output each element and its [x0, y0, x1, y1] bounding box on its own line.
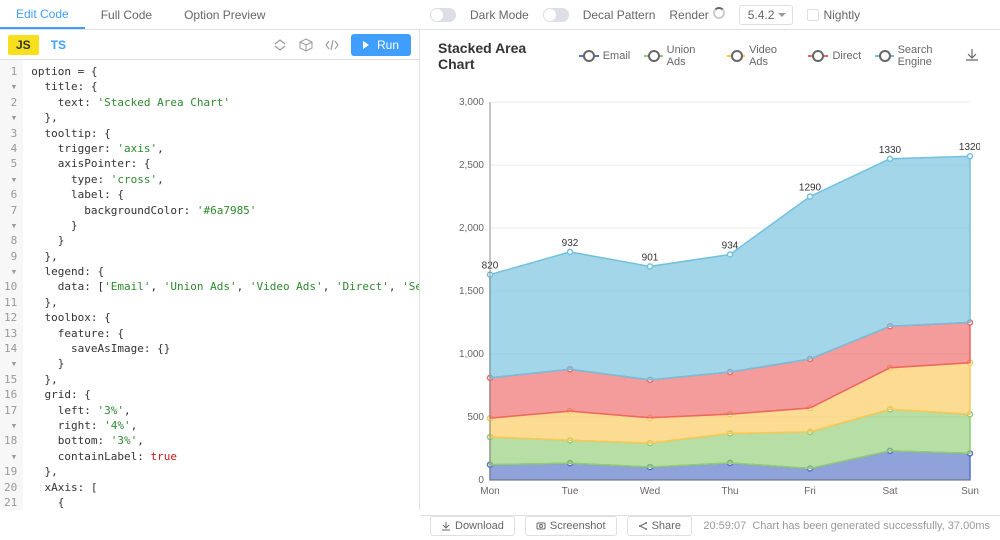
chart-title: Stacked Area Chart	[438, 40, 561, 72]
status-text: 20:59:07 Chart has been generated succes…	[703, 520, 990, 532]
chart-legend: Email Union Ads Video Ads Direct Search Engi…	[579, 44, 964, 68]
decal-label: Decal Pattern	[583, 8, 656, 22]
nightly-checkbox[interactable]	[807, 9, 819, 21]
legend-item[interactable]: Direct	[808, 44, 861, 68]
editor-toolbar: JS TS Run	[0, 30, 419, 60]
chart-svg: 05001,0001,5002,0002,5003,00082093290193…	[450, 82, 980, 505]
svg-text:3,000: 3,000	[459, 97, 484, 108]
svg-text:1290: 1290	[799, 182, 822, 193]
screenshot-button[interactable]: Screenshot	[525, 516, 617, 536]
editor-code[interactable]: option = { title: { text: 'Stacked Area …	[23, 60, 419, 510]
version-dropdown[interactable]: 5.4.2	[739, 5, 794, 25]
nightly-control[interactable]: Nightly	[807, 8, 860, 22]
run-button[interactable]: Run	[351, 34, 411, 56]
legend-item[interactable]: Search Engine	[875, 44, 964, 68]
top-toolbar: Edit Code Full Code Option Preview Dark …	[0, 0, 1000, 30]
chart-area: 05001,0001,5002,0002,5003,00082093290193…	[420, 72, 1000, 515]
code-editor[interactable]: 1 ▾2 ▾3 4 5 ▾6 7 ▾8 9 ▾10 11 12 13 14 ▾1…	[0, 60, 419, 510]
tab-full-code[interactable]: Full Code	[85, 0, 168, 29]
legend-item[interactable]: Union Ads	[644, 44, 712, 68]
svg-text:Tue: Tue	[562, 486, 579, 497]
lang-tab-js[interactable]: JS	[8, 35, 39, 55]
svg-text:Sat: Sat	[883, 486, 898, 497]
render-label: Render	[669, 7, 724, 22]
legend-item[interactable]: Email	[579, 44, 631, 68]
share-button[interactable]: Share	[627, 516, 692, 536]
svg-text:1330: 1330	[879, 145, 902, 156]
top-tabs: Edit Code Full Code Option Preview	[0, 0, 420, 29]
svg-text:932: 932	[562, 238, 579, 249]
editor-gutter: 1 ▾2 ▾3 4 5 ▾6 7 ▾8 9 ▾10 11 12 13 14 ▾1…	[0, 60, 23, 510]
svg-text:1,000: 1,000	[459, 349, 484, 360]
editor-panel: JS TS Run 1 ▾2 ▾3 4 5 ▾6 7 ▾8 9 ▾10 11 1…	[0, 30, 420, 510]
format-code-icon[interactable]	[322, 35, 342, 55]
save-image-icon[interactable]	[964, 47, 980, 66]
svg-text:1320: 1320	[959, 142, 980, 153]
svg-text:2,000: 2,000	[459, 223, 484, 234]
svg-text:500: 500	[467, 412, 484, 423]
preview-controls: Dark Mode Decal Pattern Render 5.4.2 Nig…	[420, 5, 1000, 25]
download-button[interactable]: Download	[430, 516, 515, 536]
chart-panel: Stacked Area Chart Email Union Ads Video A…	[420, 30, 1000, 510]
chart-header: Stacked Area Chart Email Union Ads Video A…	[420, 30, 1000, 72]
legend-item[interactable]: Video Ads	[727, 44, 795, 68]
lang-tab-ts[interactable]: TS	[43, 35, 74, 55]
svg-text:Mon: Mon	[480, 486, 499, 497]
dark-mode-toggle[interactable]	[430, 8, 456, 22]
svg-text:Wed: Wed	[640, 486, 660, 497]
svg-text:901: 901	[642, 252, 659, 263]
tab-option-preview[interactable]: Option Preview	[168, 0, 281, 29]
chart-bottom-bar: Download Screenshot Share 20:59:07 Chart…	[420, 515, 1000, 536]
svg-text:934: 934	[722, 240, 739, 251]
main-split: JS TS Run 1 ▾2 ▾3 4 5 ▾6 7 ▾8 9 ▾10 11 1…	[0, 30, 1000, 510]
svg-text:1,500: 1,500	[459, 286, 484, 297]
decal-toggle[interactable]	[543, 8, 569, 22]
spinner-icon	[713, 7, 725, 19]
svg-text:Thu: Thu	[721, 486, 738, 497]
tab-edit-code[interactable]: Edit Code	[0, 0, 85, 29]
dark-mode-label: Dark Mode	[470, 8, 529, 22]
svg-text:Sun: Sun	[961, 486, 979, 497]
svg-text:0: 0	[478, 475, 484, 486]
fullscreen-icon[interactable]	[270, 35, 290, 55]
cube-icon[interactable]	[296, 35, 316, 55]
svg-text:2,500: 2,500	[459, 160, 484, 171]
svg-text:Fri: Fri	[804, 486, 816, 497]
